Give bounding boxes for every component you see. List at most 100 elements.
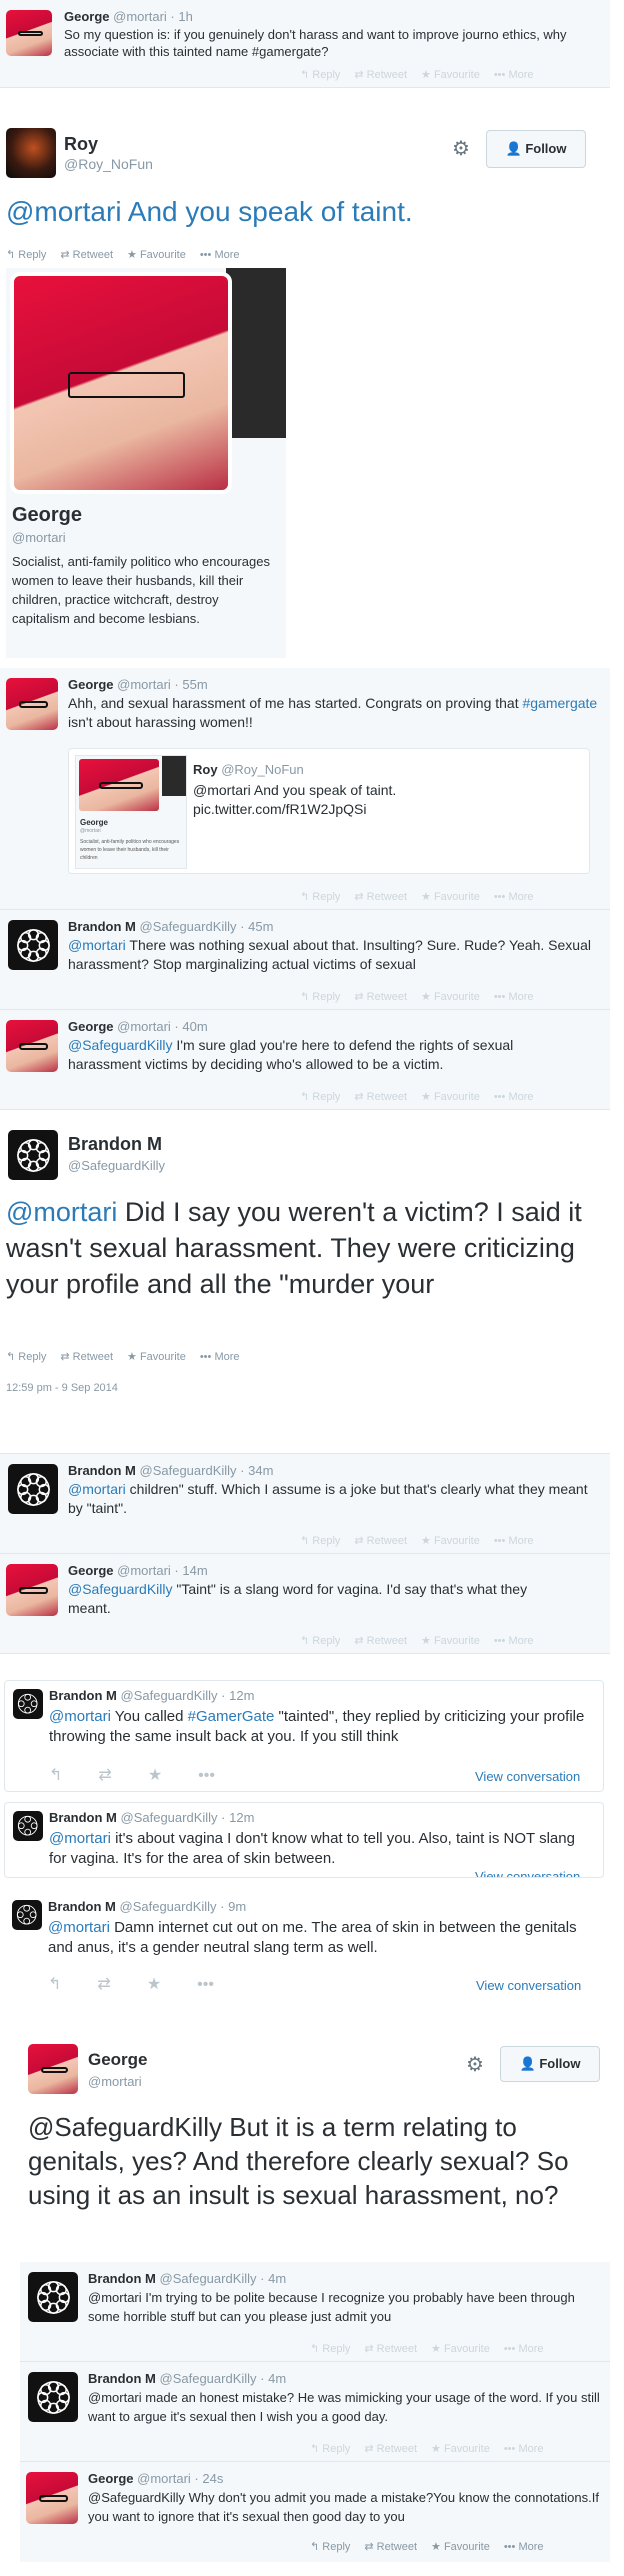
mention-link[interactable]: @SafeguardKilly bbox=[68, 1037, 173, 1053]
author-handle[interactable]: @SafeguardKilly bbox=[140, 919, 237, 934]
tweet-brandon-3[interactable]: Brandon M @SafeguardKilly · 12m @mortari… bbox=[4, 1680, 604, 1792]
more-button[interactable]: ••• More bbox=[504, 2443, 544, 2455]
tweet-time[interactable]: · 24s bbox=[194, 2471, 223, 2486]
favourite-button[interactable]: ★ Favourite bbox=[421, 1091, 480, 1103]
tweet-brandon-5[interactable]: Brandon M @SafeguardKilly · 9m @mortari … bbox=[4, 1890, 604, 2002]
more-button[interactable]: ••• More bbox=[200, 1351, 240, 1363]
reply-icon[interactable]: ↰ bbox=[49, 1767, 62, 1784]
tweet-george-2[interactable]: George @mortari · 55m Ahh, and sexual ha… bbox=[0, 668, 610, 910]
follow-button[interactable]: 👤 Follow bbox=[486, 130, 586, 168]
more-button[interactable]: ••• More bbox=[494, 1535, 534, 1547]
favourite-button[interactable]: ★ Favourite bbox=[421, 991, 480, 1003]
reply-button[interactable]: ↰ Reply bbox=[300, 991, 340, 1003]
author-name[interactable]: Brandon M bbox=[88, 2371, 156, 2386]
mention-link[interactable]: @mortari bbox=[68, 937, 126, 953]
reply-icon[interactable]: ↰ bbox=[48, 1976, 61, 1993]
retweet-button[interactable]: ⇄ Retweet bbox=[354, 891, 407, 903]
author-handle[interactable]: @SafeguardKilly bbox=[160, 2271, 257, 2286]
mention-link[interactable]: @mortari bbox=[49, 1708, 111, 1725]
avatar[interactable] bbox=[6, 1564, 58, 1616]
reply-button[interactable]: ↰ Reply bbox=[310, 2343, 350, 2355]
author-name[interactable]: George bbox=[88, 2050, 148, 2070]
author-handle[interactable]: @SafeguardKilly bbox=[140, 1463, 237, 1478]
author-name[interactable]: George bbox=[68, 1563, 114, 1578]
author-name[interactable]: Brandon M bbox=[68, 1463, 136, 1478]
author-handle[interactable]: @mortari bbox=[117, 1563, 171, 1578]
hashtag-link[interactable]: #GamerGate bbox=[188, 1708, 275, 1725]
author-name[interactable]: Brandon M bbox=[88, 2271, 156, 2286]
tweet-brandon-7[interactable]: Brandon M @SafeguardKilly · 4m @mortari … bbox=[20, 2362, 610, 2462]
tweet-time[interactable]: · 34m bbox=[240, 1463, 273, 1478]
author-handle[interactable]: @mortari bbox=[117, 677, 171, 692]
favourite-button[interactable]: ★ Favourite bbox=[421, 891, 480, 903]
author-name[interactable]: George bbox=[68, 1019, 114, 1034]
view-conversation-link[interactable]: View conversation bbox=[475, 1769, 580, 1784]
tweet-time[interactable]: · 4m bbox=[260, 2371, 286, 2386]
tweet-time[interactable]: · 55m bbox=[174, 677, 207, 692]
tweet-time[interactable]: · 45m bbox=[240, 919, 273, 934]
more-button[interactable]: ••• More bbox=[504, 2541, 544, 2553]
author-name[interactable]: Brandon M bbox=[49, 1810, 117, 1825]
mention-link[interactable]: @mortari bbox=[68, 1481, 126, 1497]
reply-button[interactable]: ↰ Reply bbox=[6, 1351, 46, 1363]
more-button[interactable]: ••• More bbox=[494, 991, 534, 1003]
favourite-icon[interactable]: ★ bbox=[148, 1767, 162, 1784]
tweet-brandon-2[interactable]: Brandon M @SafeguardKilly · 34m @mortari… bbox=[0, 1454, 610, 1554]
author-name[interactable]: Roy bbox=[64, 134, 98, 155]
author-name[interactable]: George bbox=[88, 2471, 134, 2486]
quoted-author-handle[interactable]: @Roy_NoFun bbox=[221, 762, 304, 777]
reply-button[interactable]: ↰ Reply bbox=[300, 69, 340, 81]
retweet-button[interactable]: ⇄ Retweet bbox=[354, 1535, 407, 1547]
favourite-button[interactable]: ★ Favourite bbox=[127, 1351, 186, 1363]
avatar[interactable] bbox=[12, 1900, 42, 1930]
tweet-george-5[interactable]: George @mortari · 24s @SafeguardKilly Wh… bbox=[20, 2462, 610, 2562]
retweet-button[interactable]: ⇄ Retweet bbox=[354, 991, 407, 1003]
attached-profile-image[interactable]: George @mortari Socialist, anti-family p… bbox=[6, 268, 286, 658]
mention-link[interactable]: @SafeguardKilly bbox=[68, 1581, 173, 1597]
reply-button[interactable]: ↰ Reply bbox=[300, 1091, 340, 1103]
author-name[interactable]: Brandon M bbox=[48, 1899, 116, 1914]
hashtag-link[interactable]: #gamergate bbox=[522, 695, 597, 711]
mention-link[interactable]: @mortari bbox=[6, 1197, 117, 1227]
tweet-george-1[interactable]: George @mortari · 1h So my question is: … bbox=[0, 0, 610, 88]
avatar[interactable] bbox=[6, 128, 56, 178]
favourite-button[interactable]: ★ Favourite bbox=[421, 1535, 480, 1547]
author-handle[interactable]: @Roy_NoFun bbox=[64, 156, 153, 172]
author-name[interactable]: George bbox=[64, 9, 110, 24]
favourite-button[interactable]: ★ Favourite bbox=[431, 2443, 490, 2455]
reply-button[interactable]: ↰ Reply bbox=[300, 1635, 340, 1647]
avatar[interactable] bbox=[28, 2372, 78, 2422]
more-icon[interactable]: ••• bbox=[198, 1767, 215, 1784]
retweet-button[interactable]: ⇄ Retweet bbox=[364, 2343, 417, 2355]
avatar[interactable] bbox=[13, 1811, 43, 1841]
author-handle[interactable]: @SafeguardKilly bbox=[121, 1810, 218, 1825]
retweet-button[interactable]: ⇄ Retweet bbox=[364, 2443, 417, 2455]
tweet-time[interactable]: · 1h bbox=[170, 9, 192, 24]
retweet-button[interactable]: ⇄ Retweet bbox=[364, 2541, 417, 2553]
media-link[interactable]: pic.twitter.com/fR1W2JpQSi bbox=[193, 801, 367, 817]
quoted-media[interactable]: George @mortari Socialist, anti-family p… bbox=[75, 755, 187, 869]
tweet-time[interactable]: · 12m bbox=[221, 1810, 254, 1825]
more-icon[interactable]: ••• bbox=[197, 1976, 214, 1993]
avatar[interactable] bbox=[8, 1130, 58, 1180]
author-name[interactable]: Brandon M bbox=[68, 919, 136, 934]
reply-button[interactable]: ↰ Reply bbox=[300, 1535, 340, 1547]
more-button[interactable]: ••• More bbox=[200, 249, 240, 261]
author-handle[interactable]: @SafeguardKilly bbox=[121, 1688, 218, 1703]
reply-button[interactable]: ↰ Reply bbox=[6, 249, 46, 261]
favourite-button[interactable]: ★ Favourite bbox=[431, 2541, 490, 2553]
author-handle[interactable]: @mortari bbox=[113, 9, 167, 24]
tweet-brandon-6[interactable]: Brandon M @SafeguardKilly · 4m @mortari … bbox=[20, 2262, 610, 2362]
view-conversation-link[interactable]: View conversation bbox=[476, 1978, 581, 1993]
tweet-time[interactable]: · 14m bbox=[174, 1563, 207, 1578]
retweet-button[interactable]: ⇄ Retweet bbox=[60, 1351, 113, 1363]
retweet-button[interactable]: ⇄ Retweet bbox=[354, 1091, 407, 1103]
follow-button[interactable]: 👤 Follow bbox=[500, 2046, 600, 2082]
mention-link[interactable]: @mortari bbox=[48, 1919, 110, 1936]
author-handle[interactable]: @SafeguardKilly bbox=[120, 1899, 217, 1914]
favourite-icon[interactable]: ★ bbox=[147, 1976, 161, 1993]
reply-button[interactable]: ↰ Reply bbox=[310, 2541, 350, 2553]
avatar[interactable] bbox=[6, 1020, 58, 1072]
tweet-brandon-1[interactable]: Brandon M @SafeguardKilly · 45m @mortari… bbox=[0, 910, 610, 1010]
more-button[interactable]: ••• More bbox=[494, 1635, 534, 1647]
